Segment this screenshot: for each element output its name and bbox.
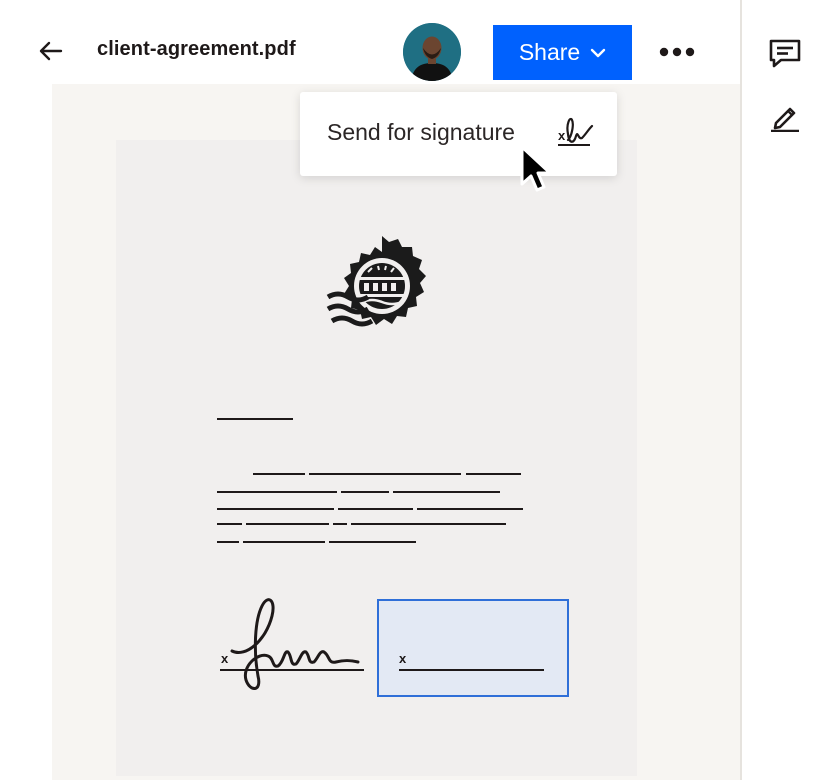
signature-field-line — [399, 669, 544, 671]
text-line — [217, 418, 293, 420]
text-line — [243, 541, 325, 543]
text-line — [333, 523, 347, 525]
back-button[interactable] — [36, 36, 66, 66]
text-line — [217, 491, 337, 493]
share-label: Share — [518, 39, 581, 65]
text-line — [338, 508, 413, 510]
text-line — [217, 508, 334, 510]
more-options-button[interactable] — [656, 37, 698, 67]
pencil-icon[interactable] — [769, 100, 801, 132]
stamp-seal-icon — [326, 235, 436, 339]
ellipsis-icon — [659, 47, 695, 57]
right-sidebar — [742, 0, 827, 780]
text-line — [341, 491, 389, 493]
signature-icon: x — [556, 114, 596, 150]
signature-line — [220, 669, 364, 671]
text-line — [246, 523, 329, 525]
comment-icon[interactable] — [768, 38, 802, 70]
share-button[interactable]: Share — [493, 25, 632, 80]
send-for-signature-label: Send for signature — [327, 119, 515, 145]
text-line — [253, 473, 305, 475]
handwritten-signature — [228, 596, 366, 692]
text-line — [466, 473, 521, 475]
text-line — [393, 491, 500, 493]
text-line — [217, 523, 242, 525]
svg-text:x: x — [558, 128, 566, 143]
file-name: client-agreement.pdf — [97, 38, 296, 60]
text-line — [329, 541, 416, 543]
text-line — [351, 523, 506, 525]
arrow-left-icon — [39, 41, 63, 61]
avatar[interactable] — [403, 23, 461, 81]
signature-field-x-mark: x — [399, 651, 407, 666]
signature-field[interactable] — [377, 599, 569, 697]
chevron-down-icon — [590, 48, 606, 57]
text-line — [309, 473, 461, 475]
text-line — [217, 541, 239, 543]
text-line — [417, 508, 523, 510]
